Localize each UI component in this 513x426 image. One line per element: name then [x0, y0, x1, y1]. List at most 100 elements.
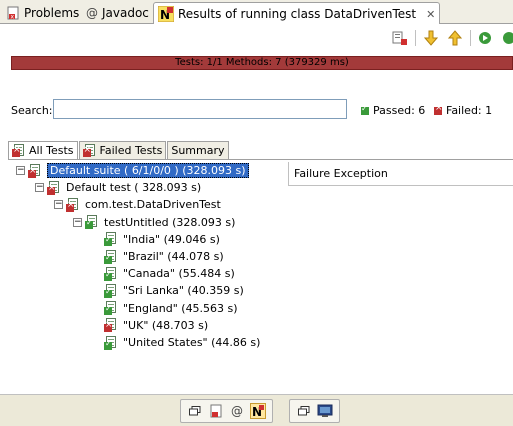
test-failed-icon [66, 197, 82, 212]
collapse-toggle-icon[interactable]: − [35, 183, 44, 193]
minimized-stack-left: @ N [180, 399, 273, 423]
failed-label: Failed: 1 [446, 104, 493, 117]
failure-exception-title: Failure Exception [294, 167, 388, 180]
tree-node-label: com.test.DataDrivenTest [85, 198, 221, 212]
test-failed-icon [104, 318, 120, 333]
search-label: Search: [11, 104, 53, 117]
tab-all-tests[interactable]: All Tests [8, 141, 78, 159]
tree-node-label: "India" (49.046 s) [123, 232, 220, 246]
tabs-divider [8, 159, 513, 160]
test-passed-icon [104, 249, 120, 264]
problems-trim-button[interactable] [208, 403, 224, 419]
test-passed-icon [85, 215, 101, 230]
tab-label: Summary [171, 144, 225, 157]
results-toolbar [391, 28, 513, 48]
console-trim-button[interactable] [317, 403, 333, 419]
collapse-all-button[interactable] [391, 29, 409, 47]
collapse-toggle-icon[interactable]: − [54, 200, 63, 210]
test-passed-icon [104, 301, 120, 316]
tab-label: Problems [24, 6, 80, 20]
tree-collapse-icon [392, 31, 407, 45]
tab-label: Results of running class DataDrivenTest [178, 7, 417, 21]
minimized-stack-right [289, 399, 340, 423]
tree-node-label: "Brazil" (44.078 s) [123, 250, 224, 263]
tab-summary[interactable]: Summary [167, 141, 229, 159]
bottom-trim-bar: @ N [0, 394, 513, 426]
rerun-icon [479, 32, 491, 44]
tree-node-label: "UK" (48.703 s) [123, 318, 209, 332]
tree-node-label: "England" (45.563 s) [123, 301, 238, 315]
failed-tests-icon [82, 144, 97, 157]
testng-trim-button[interactable]: N [250, 403, 266, 419]
tree-node-label: Default suite ( 6/1/0/0 ) (328.093 s) [47, 163, 249, 178]
tab-testng-results[interactable]: N Results of running class DataDrivenTes… [153, 2, 441, 25]
toolbar-separator [415, 30, 416, 46]
tree-node[interactable]: "UK" (48.703 s) [92, 317, 208, 334]
passed-count: Passed: 6 [361, 104, 425, 117]
at-icon: @ [231, 404, 243, 418]
testng-icon: N [158, 6, 174, 22]
test-failed-icon [28, 163, 44, 178]
restore-icon [189, 406, 201, 416]
javadoc-trim-button[interactable]: @ [229, 403, 245, 419]
toolbar-separator [470, 30, 471, 46]
tree-node[interactable]: − testUntitled (328.093 s) [73, 214, 235, 231]
result-tabs: All Tests Failed Tests Summary [8, 141, 230, 159]
passed-icon [361, 104, 369, 115]
tree-node[interactable]: "United States" (44.86 s) [92, 334, 260, 351]
tree-node-label: testUntitled (328.093 s) [104, 215, 236, 229]
arrow-down-icon [424, 30, 438, 46]
next-failure-button[interactable] [422, 29, 440, 47]
tree-node-label: "Canada" (55.484 s) [123, 267, 235, 281]
tree-node[interactable]: − Default test ( 328.093 s) [35, 179, 201, 196]
problems-icon [210, 404, 222, 418]
view-tab-bar: x Problems @ Javadoc N Results of runnin… [0, 0, 513, 25]
tree-node[interactable]: "England" (45.563 s) [92, 300, 238, 317]
test-failed-icon [47, 180, 63, 195]
tree-node[interactable]: "India" (49.046 s) [92, 231, 220, 248]
search-input[interactable] [53, 99, 347, 119]
test-passed-icon [104, 266, 120, 281]
progress-text: Tests: 1/1 Methods: 7 (379329 ms) [175, 57, 349, 68]
tree-node[interactable]: − com.test.DataDrivenTest [54, 196, 221, 213]
rerun-failed-icon [503, 32, 513, 44]
passed-label: Passed: 6 [373, 104, 426, 117]
tree-node[interactable]: "Sri Lanka" (40.359 s) [92, 282, 244, 299]
collapse-toggle-icon[interactable]: − [16, 166, 25, 175]
problems-icon: x [7, 6, 19, 21]
testng-icon: N [252, 405, 264, 418]
failed-icon [434, 103, 443, 115]
tree-node[interactable]: "Canada" (55.484 s) [92, 265, 235, 282]
rerun-button[interactable] [477, 29, 495, 47]
progress-bar: Tests: 1/1 Methods: 7 (379329 ms) [11, 56, 513, 70]
collapse-toggle-icon[interactable]: − [73, 217, 82, 227]
svg-text:x: x [11, 14, 15, 21]
tab-problems[interactable]: x Problems [2, 2, 83, 24]
test-passed-icon [104, 335, 120, 350]
close-icon[interactable]: ✕ [426, 8, 435, 21]
test-passed-icon [104, 232, 120, 247]
tree-node-label: "United States" (44.86 s) [123, 336, 261, 349]
tab-javadoc[interactable]: @ Javadoc [82, 2, 153, 24]
testng-results-view: Tests: 1/1 Methods: 7 (379329 ms) Search… [0, 24, 513, 394]
arrow-up-icon [448, 30, 462, 46]
restore-button[interactable] [187, 403, 203, 419]
failed-count: Failed: 1 [434, 103, 493, 117]
console-icon [317, 404, 333, 417]
rerun-failed-button[interactable] [501, 29, 513, 47]
tab-label: Javadoc [102, 6, 149, 20]
at-icon: @ [86, 6, 98, 20]
restore-icon [298, 406, 310, 416]
failure-exception-header: Failure Exception [288, 162, 513, 186]
tab-label: Failed Tests [99, 144, 163, 157]
previous-failure-button[interactable] [446, 29, 464, 47]
test-passed-icon [104, 283, 120, 298]
tab-label: All Tests [29, 144, 74, 157]
tree-node[interactable]: "Brazil" (44.078 s) [92, 248, 224, 265]
tree-node-label: "Sri Lanka" (40.359 s) [123, 284, 244, 298]
tree-node-label: Default test ( 328.093 s) [66, 181, 202, 195]
restore-button[interactable] [296, 403, 312, 419]
suite-icon [12, 144, 26, 157]
tree-node[interactable]: − Default suite ( 6/1/0/0 ) (328.093 s) [16, 162, 249, 179]
tab-failed-tests[interactable]: Failed Tests [78, 141, 167, 159]
